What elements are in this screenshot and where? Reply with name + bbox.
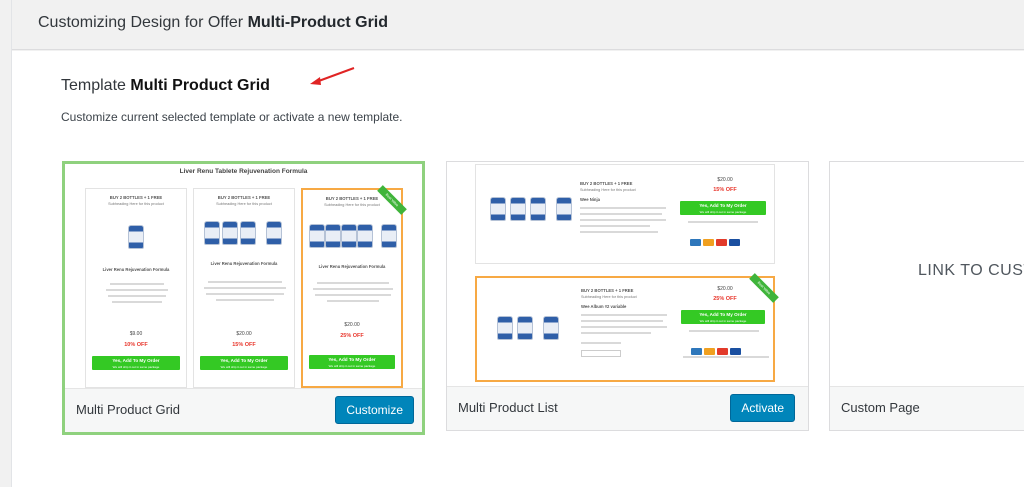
payment-cards-icon [691, 342, 753, 355]
preview-row-off: 15% OFF [713, 187, 737, 193]
payment-cards-icon [690, 233, 752, 246]
preview-add-button: Yes, Add To My Order We will ship it out … [92, 356, 180, 370]
preview-col-product: Liver Renu Rejuvenation Formula [318, 264, 386, 269]
preview-col-off: 10% OFF [124, 342, 148, 348]
bottle-icon [381, 224, 397, 248]
activate-button[interactable]: Activate [730, 394, 795, 422]
preview-add-label: Yes, Add To My Order [220, 358, 268, 363]
preview-row-head: BUY 2 BOTTLES + 1 FREE [580, 181, 633, 186]
card-footer: Multi Product List Activate [447, 386, 808, 430]
preview-col-product: Liver Renu Rejuvenation Formula [102, 267, 170, 272]
preview-col-head: BUY 2 BOTTLES + 1 FREE [109, 195, 163, 200]
preview-column: BUY 2 BOTTLES + 1 FREE Subheading Here f… [85, 188, 187, 388]
preview-add-button: Yes, Add To My Order We will ship it out … [200, 356, 288, 370]
custom-page-preview-text: LINK TO CUST [918, 262, 1024, 279]
bottle-icon [128, 225, 144, 249]
preview-select [581, 350, 621, 357]
template-panel: Template Multi Product Grid Customize cu… [12, 51, 1024, 487]
preview-col-off: 25% OFF [340, 333, 364, 339]
customizer-header: Customizing Design for Offer Multi-Produ… [12, 0, 1024, 50]
bottle-icon [556, 197, 572, 221]
preview-title: Liver Renu Tablete Rejuvenation Formula [179, 168, 308, 175]
preview-row-price: $20.00 [717, 286, 733, 292]
preview-col-sub: Subheading Here for this product [216, 202, 272, 206]
preview-add-sub: We will ship it out in same package [112, 365, 160, 369]
header-title-prefix: Customizing Design for Offer [38, 14, 244, 31]
bottle-icon [510, 197, 526, 221]
template-preview-grid: Liver Renu Tablete Rejuvenation Formula … [65, 164, 422, 388]
bottle-icon [497, 316, 513, 340]
preview-add-sub: We will ship it out in same package [699, 319, 747, 323]
preview-row-sub: Subheading Here for this product [580, 188, 636, 192]
bottle-icon [543, 316, 559, 340]
preview-add-label: Yes, Add To My Order [328, 357, 376, 362]
customize-button[interactable]: Customize [335, 396, 414, 424]
template-card-multi-product-grid[interactable]: Liver Renu Tablete Rejuvenation Formula … [62, 161, 425, 435]
preview-add-label: Yes, Add To My Order [699, 312, 747, 317]
preview-row-highlighted: Best Value BUY 2 BOTTLES + 1 FREE Subhea… [475, 273, 779, 382]
preview-column: BUY 2 BOTTLES + 1 FREE Subheading Here f… [193, 188, 295, 388]
preview-add-sub: We will ship it out in same package [699, 210, 747, 214]
preview-add-sub: We will ship it out in same package [328, 364, 376, 368]
bottle-icon [266, 221, 282, 245]
bottle-icon [222, 221, 238, 245]
bottle-icon [530, 197, 546, 221]
preview-row: BUY 2 BOTTLES + 1 FREE Subheading Here f… [475, 164, 775, 264]
preview-row-head: BUY 2 BOTTLES + 1 FREE [581, 288, 634, 293]
admin-left-edge [0, 0, 12, 487]
preview-col-sub: Subheading Here for this product [108, 202, 164, 206]
template-heading: Template Multi Product Grid [61, 77, 270, 95]
bottle-icon [357, 224, 373, 248]
template-heading-prefix: Template [61, 77, 126, 94]
preview-col-off: 15% OFF [232, 342, 256, 348]
bottle-icon [517, 316, 533, 340]
preview-col-head: BUY 2 BOTTLES + 1 FREE [325, 196, 379, 201]
bottle-icon [240, 221, 256, 245]
preview-add-button: Yes, Add To My Order We will ship it out … [681, 310, 765, 324]
preview-col-price: $20.00 [236, 331, 252, 337]
card-name-multi-product-list: Multi Product List [458, 400, 558, 415]
preview-add-button: Yes, Add To My Order We will ship it out … [309, 355, 395, 369]
preview-add-label: Yes, Add To My Order [112, 358, 160, 363]
card-footer: Multi Product Grid Customize [65, 388, 422, 432]
preview-col-sub: Subheading Here for this product [324, 203, 380, 207]
preview-add-sub: We will ship it out in same package [220, 365, 268, 369]
preview-row-product: Wee Album #2 variable [581, 304, 627, 309]
bottle-icon [325, 224, 341, 248]
preview-add-button: Yes, Add To My Order We will ship it out … [680, 201, 766, 215]
preview-col-price: $20.00 [344, 322, 360, 328]
preview-add-label: Yes, Add To My Order [699, 203, 747, 208]
template-card-multi-product-list[interactable]: BUY 2 BOTTLES + 1 FREE Subheading Here f… [446, 161, 809, 431]
preview-col-head: BUY 2 BOTTLES + 1 FREE [217, 195, 271, 200]
preview-row-product: Wee Ninja [580, 197, 600, 202]
preview-column-highlighted: Best Value BUY 2 BOTTLES + 1 FREE Subhea… [301, 185, 407, 388]
bottle-icon [490, 197, 506, 221]
header-offer-name: Multi-Product Grid [247, 14, 389, 31]
bottle-icon [341, 224, 357, 248]
preview-row-sub: Subheading Here for this product [581, 295, 637, 299]
preview-row-price: $20.00 [717, 177, 733, 183]
header-title: Customizing Design for Offer Multi-Produ… [38, 14, 388, 32]
template-preview-list: BUY 2 BOTTLES + 1 FREE Subheading Here f… [447, 162, 808, 386]
template-card-custom-page[interactable]: LINK TO CUST Custom Page [829, 161, 1024, 431]
preview-col-product: Liver Renu Rejuvenation Formula [210, 261, 278, 266]
card-name-multi-product-grid: Multi Product Grid [76, 402, 181, 417]
bottle-icon [204, 221, 220, 245]
template-description: Customize current selected template or a… [61, 110, 403, 124]
card-footer: Custom Page [830, 386, 1024, 430]
card-name-custom-page: Custom Page [841, 400, 920, 415]
annotation-arrow-icon [310, 67, 355, 85]
template-heading-name: Multi Product Grid [130, 77, 270, 94]
preview-col-price: $9.00 [129, 331, 143, 337]
template-preview-custom: LINK TO CUST [830, 162, 1024, 386]
bottle-icon [309, 224, 325, 248]
preview-row-off: 25% OFF [713, 296, 737, 302]
